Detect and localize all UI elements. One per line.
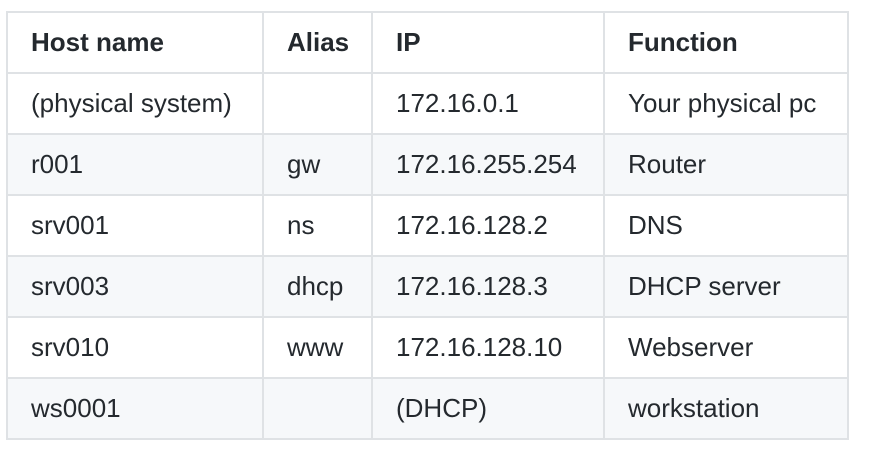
function-cell: Your physical pc (603, 72, 849, 135)
alias-cell: gw (262, 133, 373, 196)
table-row: srv010 www 172.16.128.10 Webserver (6, 316, 849, 379)
table-row: r001 gw 172.16.255.254 Router (6, 133, 849, 196)
table-row: (physical system) 172.16.0.1 Your physic… (6, 72, 849, 135)
function-cell: workstation (603, 377, 849, 440)
ip-cell: 172.16.128.2 (371, 194, 605, 257)
ip-cell: 172.16.128.3 (371, 255, 605, 318)
alias-cell: ns (262, 194, 373, 257)
function-cell: Webserver (603, 316, 849, 379)
host-name-cell: srv003 (6, 255, 264, 318)
ip-cell: 172.16.255.254 (371, 133, 605, 196)
host-name-cell: srv010 (6, 316, 264, 379)
function-cell: DNS (603, 194, 849, 257)
function-cell: DHCP server (603, 255, 849, 318)
host-name-cell: (physical system) (6, 72, 264, 135)
hosts-table: Host name Alias IP Function (physical sy… (6, 11, 849, 440)
host-name-cell: r001 (6, 133, 264, 196)
ip-cell: 172.16.0.1 (371, 72, 605, 135)
alias-cell (262, 377, 373, 440)
table-row: ws0001 (DHCP) workstation (6, 377, 849, 440)
host-name-cell: srv001 (6, 194, 264, 257)
function-cell: Router (603, 133, 849, 196)
ip-cell: (DHCP) (371, 377, 605, 440)
table-row: srv001 ns 172.16.128.2 DNS (6, 194, 849, 257)
column-header-alias: Alias (262, 11, 373, 74)
column-header-host-name: Host name (6, 11, 264, 74)
ip-cell: 172.16.128.10 (371, 316, 605, 379)
column-header-function: Function (603, 11, 849, 74)
alias-cell: www (262, 316, 373, 379)
table-row: srv003 dhcp 172.16.128.3 DHCP server (6, 255, 849, 318)
alias-cell (262, 72, 373, 135)
alias-cell: dhcp (262, 255, 373, 318)
column-header-ip: IP (371, 11, 605, 74)
host-name-cell: ws0001 (6, 377, 264, 440)
table-header-row: Host name Alias IP Function (6, 11, 849, 74)
